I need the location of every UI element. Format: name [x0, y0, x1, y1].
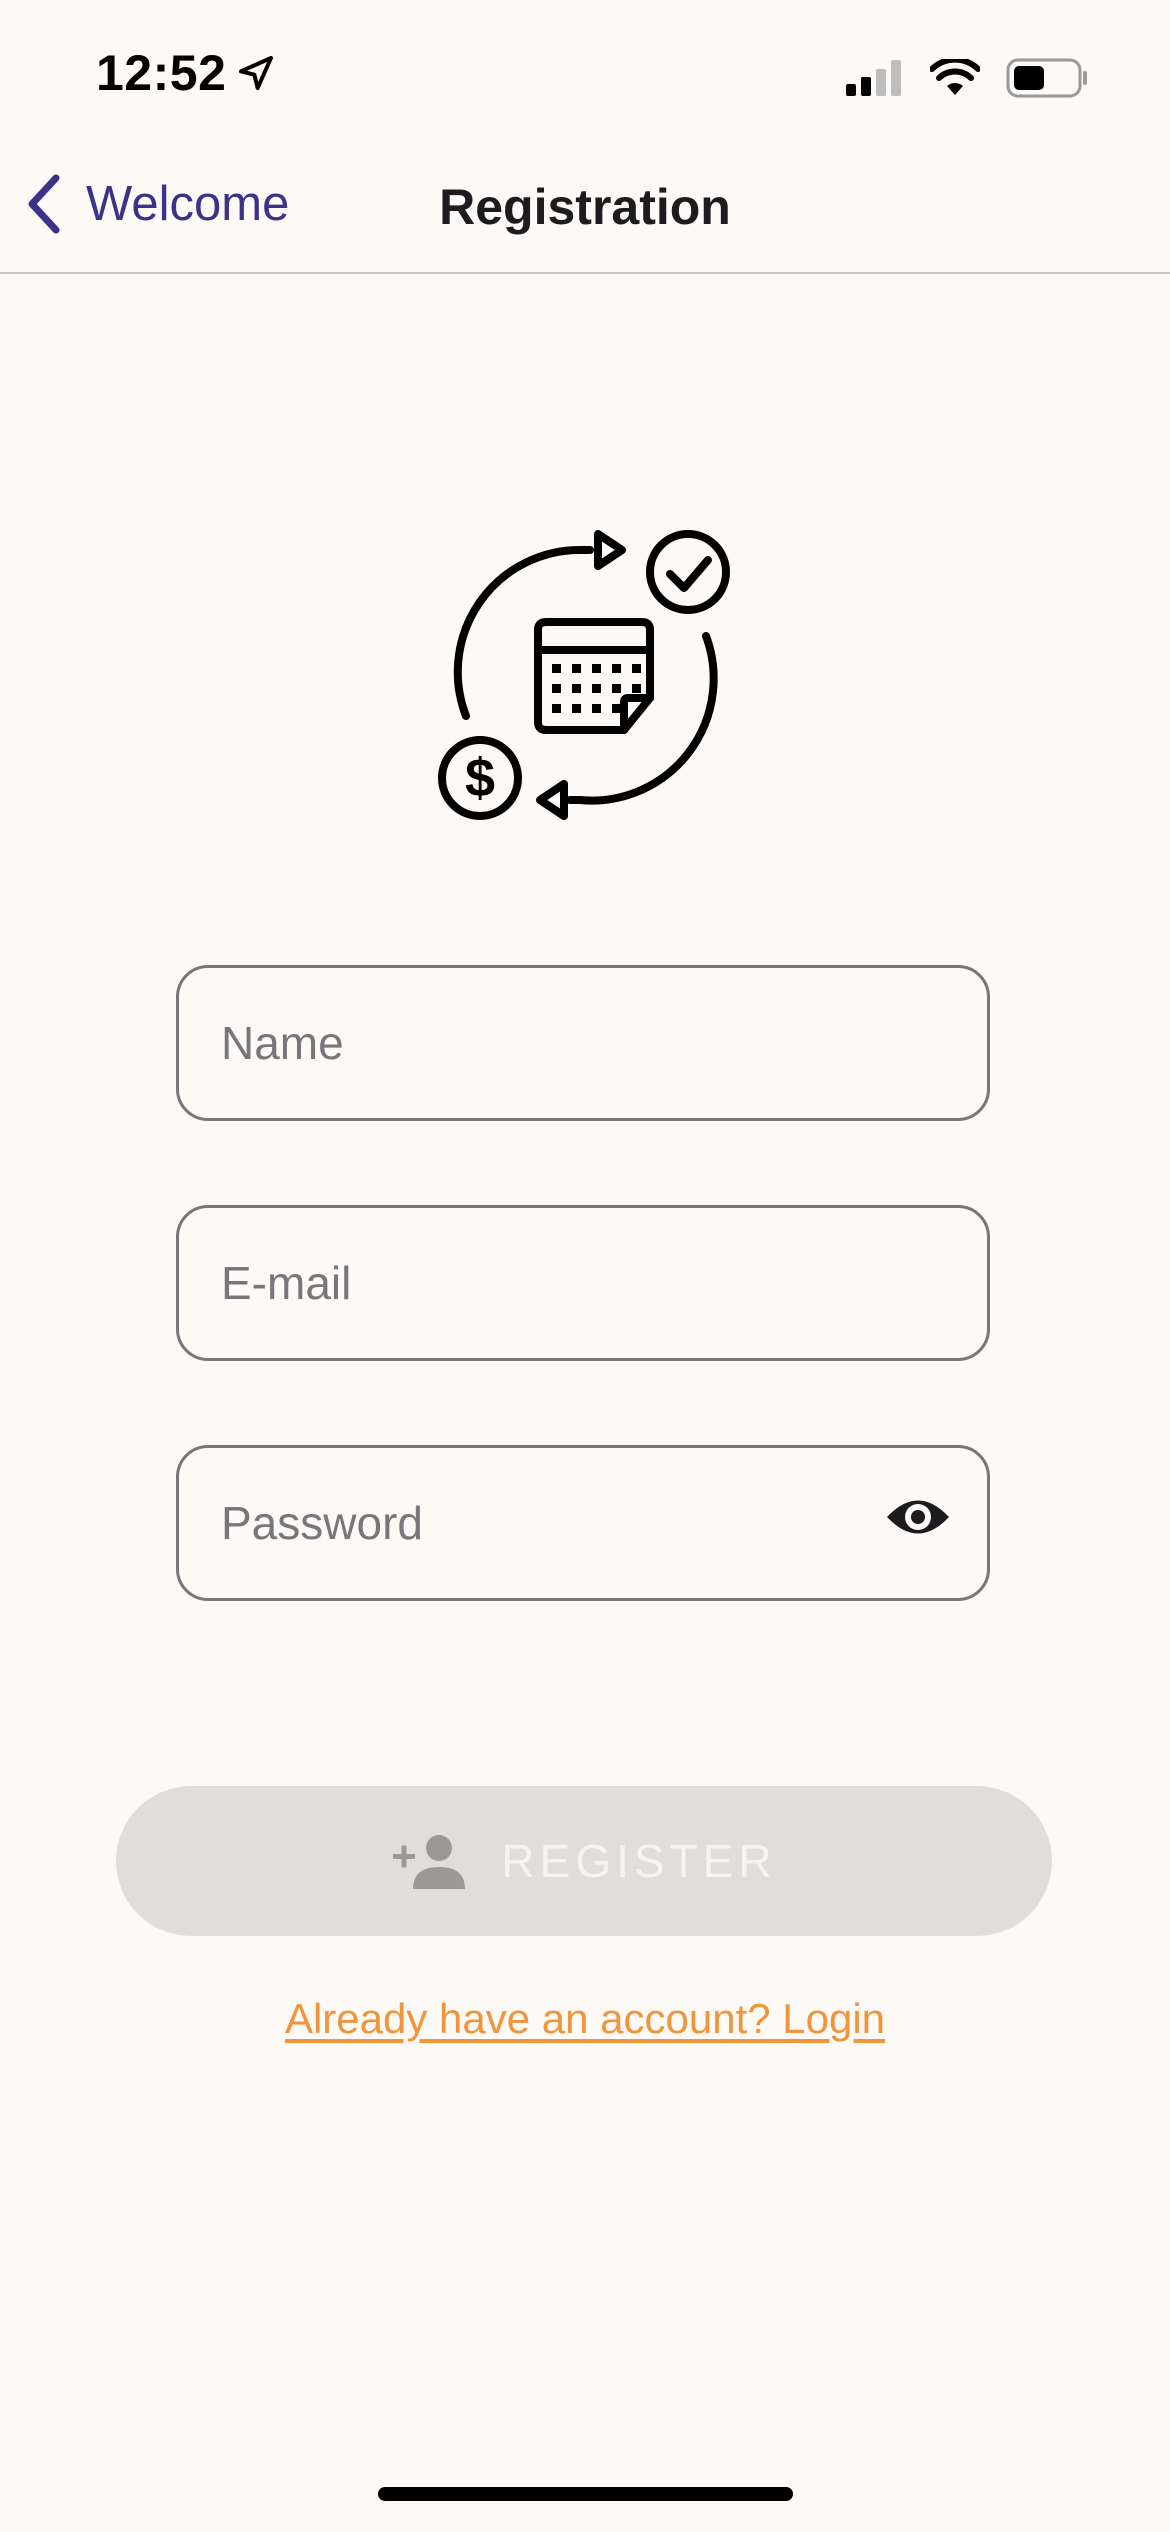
email-input[interactable]	[219, 1255, 883, 1311]
name-field[interactable]	[176, 965, 990, 1121]
password-input[interactable]	[219, 1495, 883, 1551]
page-title: Registration	[439, 179, 731, 235]
eye-icon[interactable]	[885, 1492, 951, 1542]
add-person-icon	[393, 1835, 466, 1889]
status-time: 12:52	[96, 44, 276, 102]
home-indicator[interactable]	[378, 2487, 793, 2501]
register-button-label: REGISTER	[501, 1835, 777, 1887]
wifi-icon	[930, 59, 980, 95]
status-time-text: 12:52	[96, 45, 227, 101]
name-input[interactable]	[219, 1015, 883, 1071]
svg-text:$: $	[465, 748, 495, 808]
cellular-signal-icon	[846, 60, 901, 96]
nav-divider	[0, 272, 1170, 274]
battery-icon	[1006, 58, 1087, 98]
email-field[interactable]	[176, 1205, 990, 1361]
location-arrow-icon	[239, 56, 274, 90]
register-button[interactable]: REGISTER	[116, 1786, 1052, 1936]
login-link[interactable]: Already have an account? Login	[0, 1995, 1170, 2043]
password-field[interactable]	[176, 1445, 990, 1601]
status-indicators	[846, 58, 1088, 98]
recurring-payment-calendar-icon: $	[430, 520, 740, 835]
